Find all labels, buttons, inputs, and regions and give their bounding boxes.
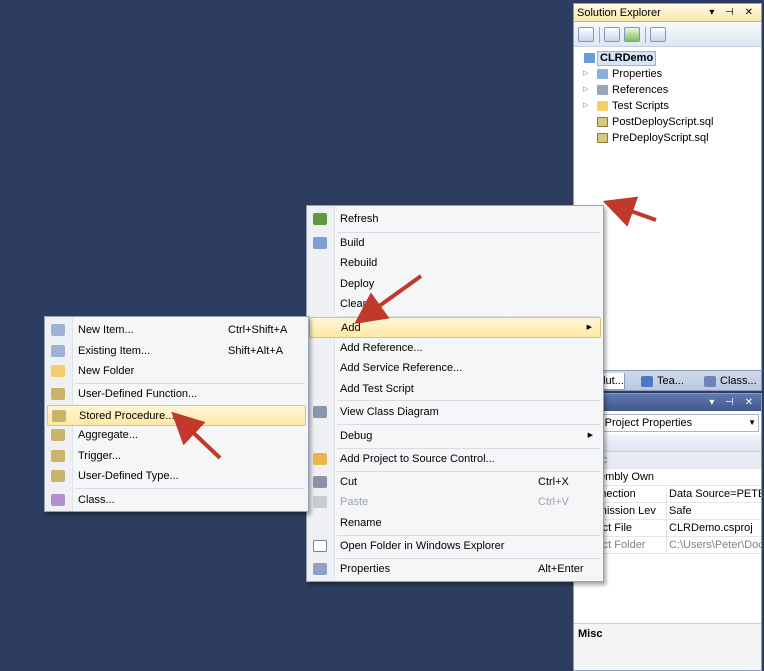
arrow-to-add-item xyxy=(354,274,423,325)
annotation-arrows xyxy=(171,196,657,460)
arrow-to-stored-procedure xyxy=(171,411,222,460)
arrow-to-solution-explorer xyxy=(602,196,657,227)
